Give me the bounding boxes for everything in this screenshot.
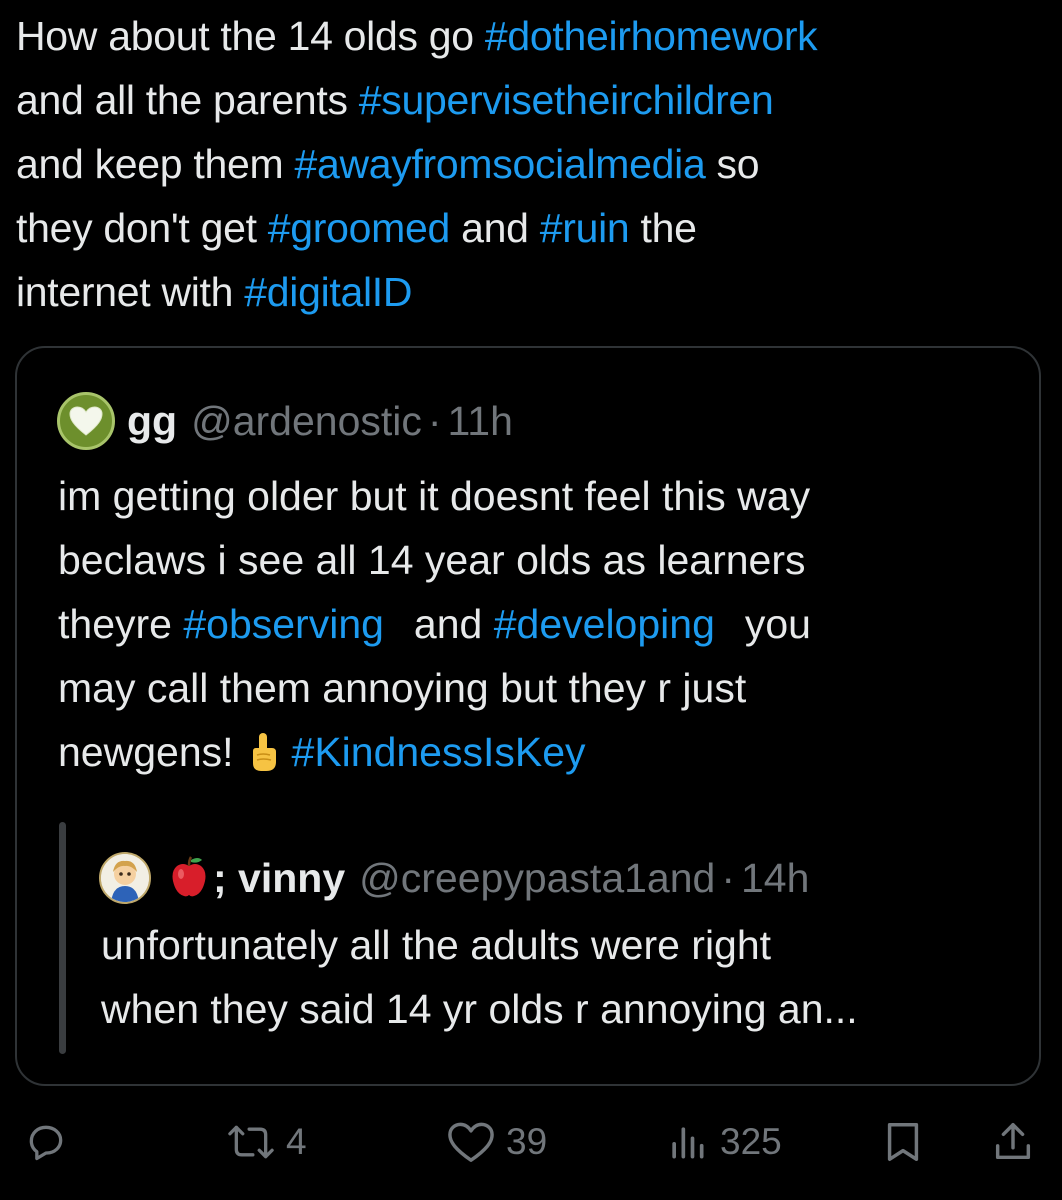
retweet-icon	[228, 1125, 274, 1159]
tweet-body: How about the 14 olds go #dotheirhomewor…	[16, 4, 1046, 324]
retweet-count: 4	[286, 1121, 307, 1162]
quoted-line: may call them annoying but they r just	[58, 665, 747, 711]
hashtag-link[interactable]: #groomed	[268, 205, 451, 251]
tweet-line: internet with #digitalID	[16, 260, 1046, 324]
apple-emoji	[169, 854, 209, 903]
quoted-line: beclaws i see all 14 year olds as learne…	[58, 537, 806, 583]
quoted-text-segment: newgens!	[58, 729, 234, 775]
heart-avatar[interactable]	[57, 392, 115, 450]
quoted-line: im getting older but it doesnt feel this…	[58, 473, 811, 519]
hashtag-link[interactable]: #developing	[494, 601, 715, 647]
avatar-icon	[101, 854, 149, 902]
tweet-text-segment: and all the parents	[16, 77, 359, 123]
reply-icon	[29, 1125, 63, 1161]
quoted-author-handle[interactable]: @ardenostic	[191, 398, 422, 445]
point-up-emoji	[248, 726, 278, 790]
hashtag-link[interactable]: #digitalID	[244, 269, 412, 315]
tweet-text-segment: and keep them	[16, 141, 295, 187]
share-button[interactable]	[990, 1112, 1036, 1172]
nested-quote-body: unfortunately all the adults were right …	[101, 913, 1021, 1041]
tweet-text-segment: the	[629, 205, 697, 251]
quoted-text-segment: and	[413, 601, 494, 647]
retweet-button[interactable]: 4	[226, 1112, 307, 1172]
nested-quote-bar	[59, 822, 66, 1054]
hashtag-link[interactable]: #dotheirhomework	[485, 13, 818, 59]
nested-quote-header: ; vinny @creepypasta1and · 14h	[99, 852, 809, 904]
tweet-text-segment: they don't get	[16, 205, 268, 251]
nested-author-handle[interactable]: @creepypasta1and	[359, 855, 715, 902]
quoted-text-segment: you	[744, 601, 811, 647]
hashtag-link[interactable]: #KindnessIsKey	[292, 729, 586, 775]
nested-line: unfortunately all the adults were right	[101, 922, 772, 968]
tweet-text-segment: and	[450, 205, 540, 251]
like-icon	[448, 1122, 494, 1162]
quoted-author-name[interactable]: gg	[127, 398, 177, 445]
like-button[interactable]: 39	[446, 1112, 547, 1172]
quoted-tweet-body: im getting older but it doesnt feel this…	[58, 464, 1018, 790]
quoted-line: theyre #observing and #developing you	[58, 592, 1018, 656]
like-count: 39	[506, 1121, 548, 1162]
quoted-tweet-card[interactable]: gg @ardenostic · 11h im getting older bu…	[15, 346, 1041, 1086]
views-button[interactable]: 325	[664, 1112, 782, 1172]
bookmark-button[interactable]	[880, 1112, 926, 1172]
tweet-text-segment: so	[705, 141, 760, 187]
nested-line: when they said 14 yr olds r annoying an.…	[101, 986, 858, 1032]
separator-dot: ·	[427, 397, 442, 444]
hashtag-link[interactable]: #observing	[183, 601, 384, 647]
views-icon	[672, 1127, 704, 1159]
hashtag-link[interactable]: #supervisetheirchildren	[359, 77, 774, 123]
bookmark-icon	[887, 1123, 919, 1161]
action-bar: 4 39 325	[0, 1112, 1062, 1172]
views-count: 325	[720, 1121, 782, 1162]
avatar[interactable]	[99, 852, 151, 904]
quoted-tweet-header: gg @ardenostic · 11h	[57, 392, 513, 450]
reply-button[interactable]	[24, 1112, 68, 1172]
tweet-line: they don't get #groomed and #ruin the	[16, 196, 1046, 260]
separator-dot: ·	[721, 854, 735, 901]
hashtag-link[interactable]: #awayfromsocialmedia	[294, 141, 705, 187]
quoted-timestamp[interactable]: 11h	[448, 398, 513, 445]
nested-timestamp[interactable]: 14h	[741, 855, 809, 902]
tweet-text-segment: internet with	[16, 269, 245, 315]
nested-author-name[interactable]: ; vinny	[213, 855, 345, 902]
quoted-line: newgens! #KindnessIsKey	[58, 720, 1018, 790]
share-icon	[995, 1123, 1031, 1160]
quoted-text-segment: theyre	[58, 601, 184, 647]
tweet-line: and all the parents #supervisetheirchild…	[16, 68, 1046, 132]
tweet-text-segment: How about the 14 olds go	[16, 13, 485, 59]
hashtag-link[interactable]: #ruin	[540, 205, 630, 251]
green-heart-icon	[69, 406, 103, 436]
tweet-line: How about the 14 olds go #dotheirhomewor…	[16, 4, 1046, 68]
tweet-line: and keep them #awayfromsocialmedia so	[16, 132, 1046, 196]
